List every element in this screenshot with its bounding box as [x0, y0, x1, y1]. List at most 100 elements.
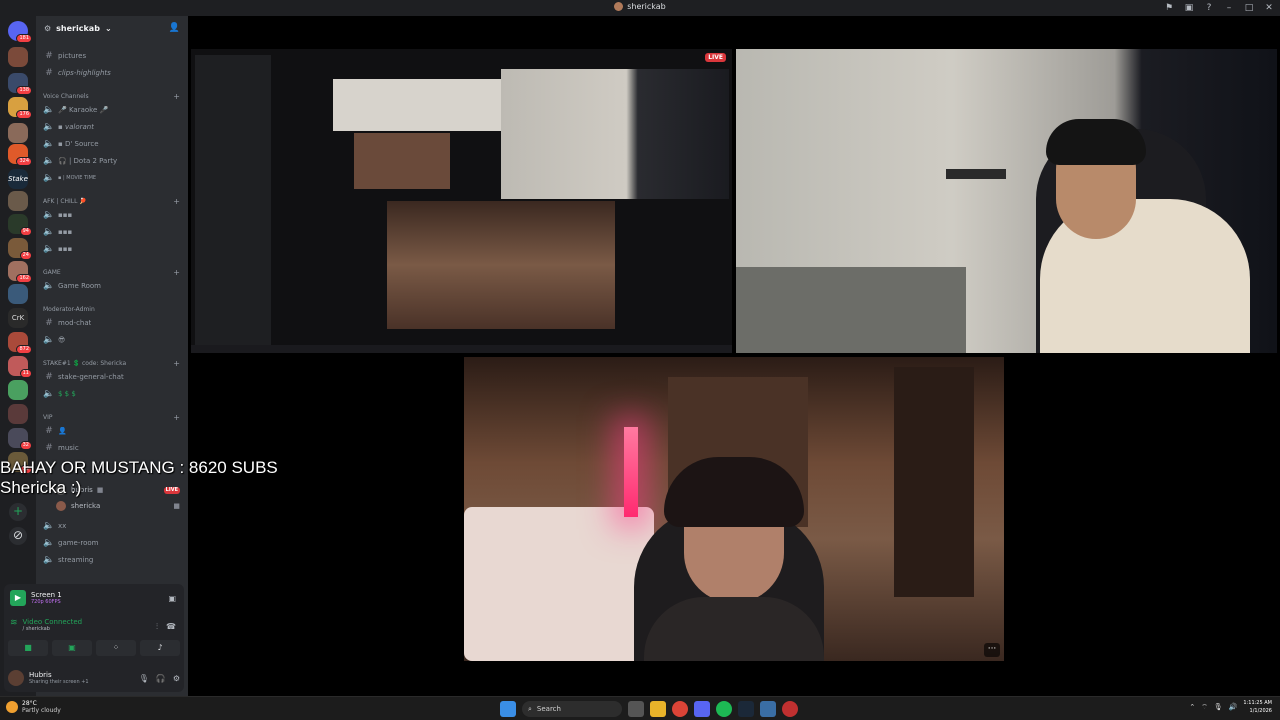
task-view-icon[interactable] — [628, 701, 644, 717]
voice-channel[interactable]: 🔈 🎤 Karaoke 🎤 — [42, 103, 182, 117]
channel-stake-general-chat[interactable]: # stake-general-chat — [42, 370, 182, 384]
speaker-icon: 🔈 — [43, 521, 55, 531]
voice-channel[interactable]: 🔈 🎧 | Dota 2 Party — [42, 154, 182, 168]
file-explorer-icon[interactable] — [650, 701, 666, 717]
category-game[interactable]: GAME + — [43, 267, 180, 277]
screen-icon[interactable]: ▣ — [1182, 1, 1196, 15]
obs-icon[interactable] — [782, 701, 798, 717]
clock[interactable]: 1:11:25 AM 1/1/2026 — [1243, 699, 1272, 715]
server-icon[interactable] — [8, 404, 28, 424]
minimize-icon[interactable]: – — [1222, 1, 1236, 15]
window-title: sherickab — [0, 2, 1280, 11]
server-icon[interactable] — [8, 380, 28, 400]
server-icon[interactable]: 11 — [8, 356, 32, 378]
category-stake[interactable]: STAKE#1 💲 code: Shericka + — [43, 358, 180, 368]
channel-music[interactable]: # music — [42, 441, 182, 455]
channel-vip[interactable]: # 👤 — [42, 424, 182, 438]
server-icon[interactable] — [8, 191, 28, 211]
server-icon[interactable]: 176 — [8, 97, 32, 119]
connection-status[interactable]: ≋ Video Connected / sherickab — [10, 618, 82, 632]
volume-icon[interactable]: 🔊 — [1229, 703, 1238, 711]
voice-channel[interactable]: 🔈 ▪ D' Source — [42, 137, 182, 151]
server-icon[interactable]: 162 — [8, 261, 32, 283]
headphones-icon[interactable]: 🎧 — [156, 674, 166, 683]
settings-gear-icon[interactable]: ⚙ — [173, 674, 180, 683]
add-channel-icon[interactable]: + — [173, 413, 180, 422]
microphone-icon[interactable]: 🎙 — [139, 674, 149, 683]
server-icon[interactable]: CrK — [8, 308, 28, 328]
tray-chevron-icon[interactable]: ⌃ — [1189, 703, 1195, 711]
add-server-icon[interactable]: + — [9, 503, 27, 521]
weather-widget[interactable]: 28°C Partly cloudy — [6, 700, 61, 714]
activities-button[interactable]: ⁘ — [96, 640, 136, 656]
add-channel-icon[interactable]: + — [173, 92, 180, 101]
server-icon[interactable] — [8, 284, 28, 304]
channel-pictures[interactable]: # pictures — [42, 49, 182, 63]
server-header[interactable]: ⚙ sherickab ⌄ 👤 — [36, 16, 188, 40]
server-icon[interactable] — [8, 123, 28, 143]
voice-channel-xx[interactable]: 🔈 xx — [42, 519, 182, 533]
add-channel-icon[interactable]: + — [173, 359, 180, 368]
network-icon[interactable]: ⌔ — [1201, 703, 1208, 712]
stop-stream-icon[interactable]: ▣ — [168, 594, 176, 603]
voice-channel[interactable]: 🔈 $ $ $ — [42, 387, 182, 401]
server-icon[interactable]: 872 — [8, 332, 32, 354]
voice-channel[interactable]: 🔈 ▪▪▪ — [42, 208, 182, 222]
camera-button[interactable]: ■ — [8, 640, 48, 656]
steam-icon[interactable] — [738, 701, 754, 717]
person-hair — [1046, 119, 1146, 165]
signal-icon: ≋ — [10, 618, 18, 628]
server-icon[interactable]: 94 — [8, 214, 32, 236]
voice-channel[interactable]: 🔈 ▪ valorant — [42, 120, 182, 134]
add-channel-icon[interactable]: + — [173, 197, 180, 206]
noise-suppression-icon[interactable]: ⫶ — [156, 622, 158, 632]
add-channel-icon[interactable]: + — [173, 268, 180, 277]
server-icon[interactable]: 24 — [8, 238, 32, 260]
help-icon[interactable]: ? — [1202, 1, 1216, 15]
app-icon[interactable] — [760, 701, 776, 717]
voice-channel-game-room[interactable]: 🔈 game-room — [42, 536, 182, 550]
screen-share-tile[interactable]: LIVE — [191, 49, 732, 353]
taskbar-search[interactable]: ⌕ Search — [522, 701, 622, 717]
avatar[interactable] — [8, 670, 24, 686]
voice-channel[interactable]: 🔈 😎 — [42, 333, 182, 347]
mic-icon[interactable]: 🎙 — [1214, 703, 1223, 711]
server-icon[interactable] — [8, 47, 28, 67]
server-icon[interactable]: 138 — [8, 73, 32, 95]
screen-share-info[interactable]: ▶ Screen 1 720p 60FPS — [10, 590, 62, 606]
discord-home-icon[interactable]: 181 — [8, 21, 32, 43]
voice-channel-streaming[interactable]: 🔈 streaming — [42, 553, 182, 567]
channel-mod-chat[interactable]: # mod-chat — [42, 316, 182, 330]
soundboard-button[interactable]: ♪ — [140, 640, 180, 656]
spotify-icon[interactable] — [716, 701, 732, 717]
server-settings-icon: ⚙ — [44, 23, 52, 33]
discover-icon[interactable]: ⊘ — [9, 527, 27, 545]
start-icon[interactable] — [500, 701, 516, 717]
voice-channel[interactable]: 🔈 ▪▪▪ — [42, 242, 182, 256]
server-icon[interactable]: 324 — [8, 144, 32, 166]
voice-channel[interactable]: 🔈 ▪ | MOVIE TIME — [42, 171, 182, 185]
category-voice-channels[interactable]: Voice Channels + — [43, 91, 180, 101]
maximize-icon[interactable]: □ — [1242, 1, 1256, 15]
server-avatar-icon — [614, 2, 624, 11]
camera-tile-shericka[interactable]: ··· — [464, 357, 1004, 661]
category-afk-chill[interactable]: AFK | CHILL 🏓 + — [43, 196, 180, 206]
chrome-icon[interactable] — [672, 701, 688, 717]
voice-channel[interactable]: 🔈 ▪▪▪ — [42, 225, 182, 239]
channel-clips-highlights[interactable]: # clips-highlights — [42, 66, 182, 80]
voice-channel-game-room[interactable]: 🔈 Game Room — [42, 279, 182, 293]
hash-icon: # — [45, 372, 53, 382]
camera-tile-hubris[interactable] — [736, 49, 1277, 353]
discord-icon[interactable] — [694, 701, 710, 717]
category-vip[interactable]: VIP + — [43, 412, 180, 422]
invite-icon[interactable]: 👤 — [169, 23, 180, 33]
category-moderator-admin[interactable]: Moderator-Admin — [43, 304, 180, 314]
disconnect-icon[interactable]: ☎ — [166, 622, 176, 632]
share-screen-button[interactable]: ▣ — [52, 640, 92, 656]
stake-server-icon[interactable]: Stake — [8, 169, 28, 189]
voice-user-shericka[interactable]: shericka ■ — [56, 499, 180, 513]
server-icon[interactable]: 32 — [8, 428, 32, 450]
more-options-button[interactable]: ··· — [984, 643, 1000, 657]
close-icon[interactable]: ✕ — [1262, 1, 1276, 15]
inbox-icon[interactable]: ⚑ — [1162, 1, 1176, 15]
